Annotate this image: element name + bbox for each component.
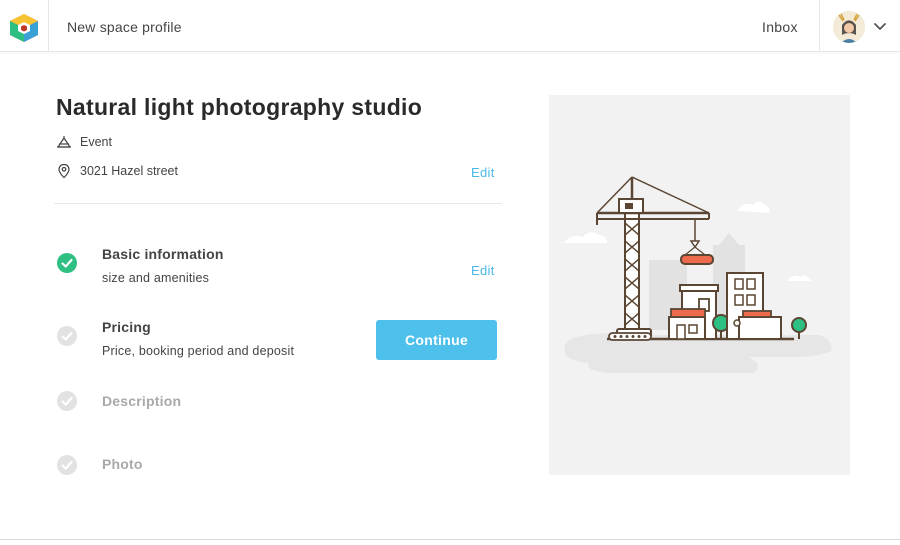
edit-basic-information-link[interactable]: Edit [471, 263, 495, 278]
step-pending-check-icon [57, 455, 77, 475]
space-address: 3021 Hazel street [56, 163, 178, 179]
app-logo-icon[interactable] [7, 12, 41, 44]
step-title-basic-information: Basic information [102, 246, 224, 262]
step-title-pricing: Pricing [102, 319, 151, 335]
inbox-link[interactable]: Inbox [762, 19, 798, 35]
space-title: Natural light photography studio [56, 94, 423, 120]
space-address-label: 3021 Hazel street [80, 164, 178, 178]
logo-divider [48, 0, 49, 52]
construction-illustration [549, 95, 850, 475]
top-bar: New space profile Inbox [0, 0, 900, 52]
space-type: Event [56, 134, 112, 150]
step-subtitle-basic-information: size and amenities [102, 271, 210, 285]
chevron-down-icon[interactable] [872, 18, 888, 34]
step-title-description: Description [102, 393, 182, 409]
step-pending-check-icon [57, 326, 77, 346]
construction-crane-illustration-icon [564, 176, 832, 373]
footer-divider [0, 539, 900, 540]
continue-button[interactable]: Continue [376, 320, 497, 360]
avatar[interactable] [833, 11, 865, 43]
user-divider [819, 0, 820, 52]
step-pending-check-icon [57, 391, 77, 411]
page-title: New space profile [67, 19, 182, 35]
step-subtitle-pricing: Price, booking period and deposit [102, 344, 295, 358]
step-complete-check-icon [57, 253, 77, 273]
edit-space-link[interactable]: Edit [471, 165, 495, 180]
step-title-photo: Photo [102, 456, 143, 472]
event-tent-icon [57, 136, 71, 148]
space-type-label: Event [80, 135, 112, 149]
section-divider [54, 203, 502, 204]
location-pin-icon [58, 163, 70, 179]
